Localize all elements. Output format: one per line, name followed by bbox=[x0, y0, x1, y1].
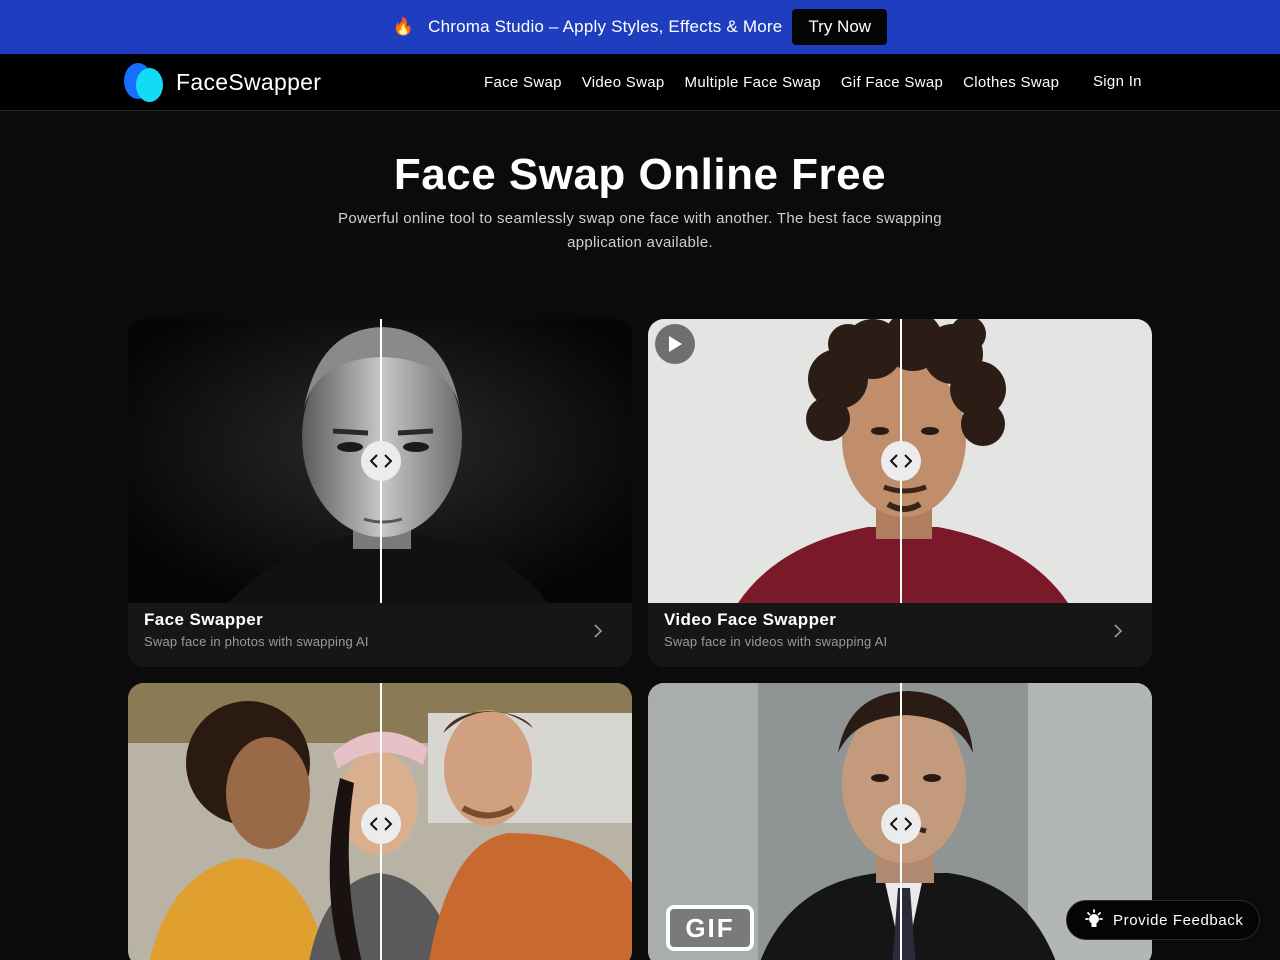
page-title: Face Swap Online Free bbox=[393, 150, 887, 199]
card-footer: Face Swapper Swap face in photos with sw… bbox=[128, 603, 632, 667]
fire-icon: 🔥 bbox=[392, 17, 415, 36]
provide-feedback-button[interactable]: Provide Feedback bbox=[1066, 900, 1260, 940]
compare-handle-icon[interactable] bbox=[361, 804, 401, 844]
card-image-face-swapper[interactable] bbox=[128, 319, 632, 603]
try-now-button[interactable]: Try Now bbox=[792, 9, 888, 45]
card-multiple-face-swapper[interactable] bbox=[128, 683, 632, 960]
page-subtitle: Powerful online tool to seamlessly swap … bbox=[338, 210, 942, 251]
card-footer: Video Face Swapper Swap face in videos w… bbox=[648, 603, 1152, 667]
card-description: Swap face in photos with swapping AI bbox=[144, 634, 369, 649]
logo[interactable]: FaceSwapper bbox=[124, 62, 321, 102]
gif-badge: GIF bbox=[666, 905, 754, 951]
nav-link-clothes-swap[interactable]: Clothes Swap bbox=[963, 74, 1059, 91]
logo-mark-icon bbox=[124, 62, 164, 102]
feedback-label: Provide Feedback bbox=[1113, 911, 1244, 929]
logo-text: FaceSwapper bbox=[176, 68, 322, 95]
sign-in-link[interactable]: Sign In bbox=[1093, 73, 1142, 90]
play-icon[interactable] bbox=[655, 324, 695, 364]
nav-link-face-swap[interactable]: Face Swap bbox=[484, 74, 562, 91]
nav-link-video-swap[interactable]: Video Swap bbox=[582, 74, 665, 91]
chevron-right-icon[interactable] bbox=[592, 623, 604, 639]
card-video-face-swapper[interactable]: Video Face Swapper Swap face in videos w… bbox=[648, 319, 1152, 667]
card-description: Swap face in videos with swapping AI bbox=[664, 634, 888, 649]
gif-badge-text: GIF bbox=[685, 912, 735, 943]
card-face-swapper[interactable]: Face Swapper Swap face in photos with sw… bbox=[128, 319, 632, 667]
card-title: Face Swapper bbox=[144, 610, 264, 629]
navbar: FaceSwapper Face Swap Video Swap Multipl… bbox=[0, 54, 1280, 111]
nav-link-multiple-face-swap[interactable]: Multiple Face Swap bbox=[685, 74, 821, 91]
card-title: Video Face Swapper bbox=[664, 610, 837, 629]
compare-handle-icon[interactable] bbox=[881, 441, 921, 481]
lightbulb-icon bbox=[1085, 909, 1103, 927]
card-image-video-face-swapper[interactable] bbox=[648, 319, 1152, 603]
compare-handle-icon[interactable] bbox=[361, 441, 401, 481]
nav-links: Face Swap Video Swap Multiple Face Swap … bbox=[484, 54, 1059, 110]
compare-handle-icon[interactable] bbox=[881, 804, 921, 844]
promo-text: Chroma Studio – Apply Styles, Effects & … bbox=[428, 17, 783, 36]
chevron-right-icon[interactable] bbox=[1112, 623, 1124, 639]
card-image-multiple-face-swapper[interactable] bbox=[128, 683, 632, 960]
promo-banner: 🔥 Chroma Studio – Apply Styles, Effects … bbox=[0, 0, 1280, 54]
nav-link-gif-face-swap[interactable]: Gif Face Swap bbox=[841, 74, 943, 91]
